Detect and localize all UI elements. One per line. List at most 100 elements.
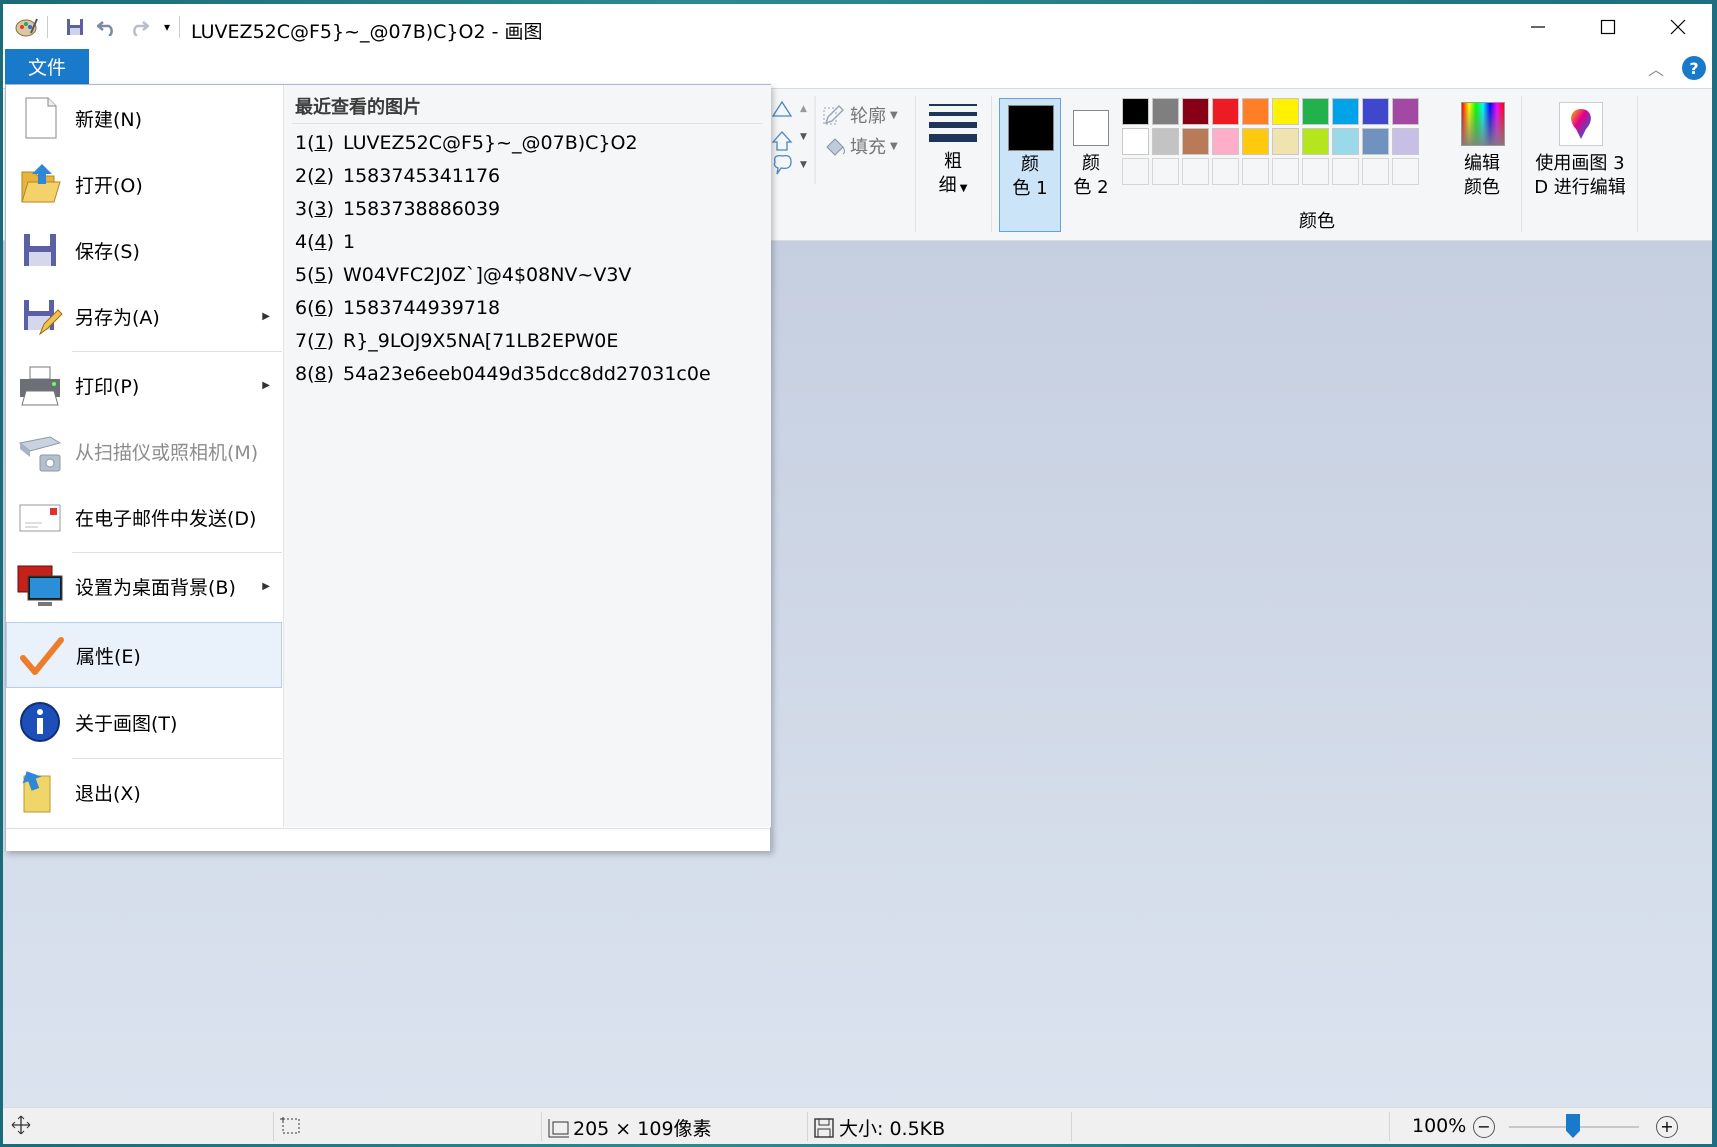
recent-item-number: 8(8) — [295, 363, 335, 385]
color1-swatch — [1008, 105, 1054, 151]
custom-color-slot[interactable] — [1242, 158, 1269, 185]
redo-icon[interactable] — [127, 15, 151, 39]
menu-item-from-scanner[interactable]: 从扫描仪或照相机(M) — [6, 418, 282, 484]
menu-item-print[interactable]: 打印(P) ▶ — [6, 352, 282, 418]
menu-item-save-label: 保存(S) — [75, 240, 140, 263]
palette-swatch[interactable] — [1122, 128, 1149, 155]
custom-color-slot[interactable] — [1122, 158, 1149, 185]
zoom-in-icon[interactable]: + — [1656, 1116, 1678, 1138]
zoom-out-icon[interactable]: − — [1473, 1116, 1495, 1138]
custom-color-slot[interactable] — [1212, 158, 1239, 185]
palette-swatch[interactable] — [1212, 98, 1239, 125]
palette-swatch[interactable] — [1362, 128, 1389, 155]
customize-quick-access-icon[interactable]: ▾ — [155, 15, 179, 39]
edit-with-paint3d-button[interactable]: 使用画图 3 D 进行编辑 — [1527, 98, 1633, 232]
palette-swatch[interactable] — [1332, 128, 1359, 155]
window-title: LUVEZ52C@F5}~_@07B)C}O2 - 画图 — [191, 21, 543, 43]
palette-swatch[interactable] — [1212, 128, 1239, 155]
recent-picture-item[interactable]: 4(4) 1 — [295, 231, 355, 261]
line-width-icon — [929, 104, 977, 142]
recent-item-access-key: 3 — [314, 198, 327, 220]
title-separator-2 — [179, 16, 180, 38]
menu-item-about[interactable]: 关于画图(T) — [6, 689, 282, 755]
desktop-background-icon — [17, 565, 63, 606]
palette-swatch[interactable] — [1152, 98, 1179, 125]
palette-swatch[interactable] — [1182, 128, 1209, 155]
status-bar: 205 × 109像素 大小: 0.5KB 100% − + — [3, 1107, 1712, 1144]
menu-item-set-desktop-background[interactable]: 设置为桌面背景(B) ▶ — [6, 553, 282, 619]
palette-swatch[interactable] — [1302, 128, 1329, 155]
menu-item-open[interactable]: 打开(O) — [6, 151, 282, 217]
menu-item-new[interactable]: 新建(N) — [6, 85, 282, 151]
close-button[interactable] — [1643, 4, 1712, 50]
fill-dropdown[interactable]: 填充 ▼ — [823, 133, 898, 159]
palette-swatch[interactable] — [1362, 98, 1389, 125]
recent-item-index: 6 — [295, 297, 308, 319]
menu-item-save[interactable]: 保存(S) — [6, 217, 282, 283]
palette-swatch[interactable] — [1272, 128, 1299, 155]
palette-swatch[interactable] — [1332, 98, 1359, 125]
outline-dropdown[interactable]: 轮廓 ▼ — [823, 102, 898, 128]
minimize-ribbon-chevron-icon[interactable]: ︿ — [1648, 56, 1664, 80]
palette-swatch[interactable] — [1302, 98, 1329, 125]
recent-picture-item[interactable]: 8(8) 54a23e6eeb0449d35dcc8dd27031c0e — [295, 363, 711, 393]
color1-label-2: 色 1 — [1012, 178, 1048, 199]
minimize-button[interactable] — [1503, 4, 1573, 50]
palette-swatch[interactable] — [1152, 128, 1179, 155]
paint-app-icon[interactable] — [15, 15, 39, 39]
recent-item-access-key: 5 — [314, 264, 327, 286]
custom-color-slot[interactable] — [1182, 158, 1209, 185]
outline-label: 轮廓 — [850, 106, 886, 127]
save-icon[interactable] — [63, 15, 87, 39]
recent-item-number: 7(7) — [295, 330, 335, 352]
custom-color-slot[interactable] — [1362, 158, 1389, 185]
menu-item-open-label: 打开(O) — [75, 174, 143, 197]
color2-button[interactable]: 颜 色 2 — [1061, 98, 1123, 232]
palette-swatch[interactable] — [1242, 98, 1269, 125]
undo-icon[interactable] — [95, 15, 119, 39]
size-arrow-icon: ▼ — [956, 183, 968, 194]
recent-item-access-key: 2 — [314, 165, 327, 187]
file-menu-footer — [6, 828, 770, 851]
recent-picture-item[interactable]: 1(1) LUVEZ52C@F5}~_@07B)C}O2 — [295, 132, 638, 162]
palette-swatch[interactable] — [1182, 98, 1209, 125]
recent-item-name: 1583745341176 — [343, 165, 501, 187]
zoom-slider-thumb[interactable] — [1566, 1114, 1580, 1138]
menu-item-send-email[interactable]: 在电子邮件中发送(D) — [6, 484, 282, 550]
custom-color-slot[interactable] — [1152, 158, 1179, 185]
help-icon[interactable]: ? — [1682, 56, 1706, 80]
maximize-button[interactable] — [1573, 4, 1643, 50]
size-button[interactable]: 粗 细 ▼ — [925, 100, 981, 230]
color1-button[interactable]: 颜 色 1 — [999, 98, 1061, 232]
title-bar: ▾ LUVEZ52C@F5}~_@07B)C}O2 - 画图 — [3, 4, 1712, 50]
file-tab[interactable]: 文件 — [5, 49, 89, 84]
shapes-gallery[interactable]: ▲ ▼ ▼ — [771, 96, 817, 191]
custom-color-slot[interactable] — [1302, 158, 1329, 185]
menu-item-save-as-label: 另存为(A) — [75, 306, 160, 329]
palette-swatch[interactable] — [1122, 98, 1149, 125]
palette-swatch[interactable] — [1242, 128, 1269, 155]
menu-item-send-email-label: 在电子邮件中发送(D) — [75, 507, 257, 530]
recent-picture-item[interactable]: 5(5) W04VFC2J0Z`]@4$08NV~V3V — [295, 264, 631, 294]
size-label-2: 细 ▼ — [925, 174, 981, 201]
recent-picture-item[interactable]: 3(3) 1583738886039 — [295, 198, 500, 228]
status-separator — [541, 1112, 542, 1141]
menu-item-properties[interactable]: 属性(E) — [6, 622, 282, 688]
custom-color-slot[interactable] — [1332, 158, 1359, 185]
recent-picture-item[interactable]: 7(7) R}_9LOJ9X5NA[71LB2EPW0E — [295, 330, 618, 360]
recent-item-index: 1 — [295, 132, 308, 154]
recent-picture-item[interactable]: 6(6) 1583744939718 — [295, 297, 500, 327]
recent-item-number: 1(1) — [295, 132, 335, 154]
menu-item-exit[interactable]: 退出(X) — [6, 759, 282, 825]
palette-swatch[interactable] — [1392, 128, 1419, 155]
menu-item-save-as[interactable]: 另存为(A) ▶ — [6, 283, 282, 349]
custom-color-slot[interactable] — [1272, 158, 1299, 185]
custom-color-slot[interactable] — [1392, 158, 1419, 185]
recent-item-access-key: 8 — [314, 363, 327, 385]
palette-swatch[interactable] — [1272, 98, 1299, 125]
recent-picture-item[interactable]: 2(2) 1583745341176 — [295, 165, 500, 195]
edit-colors-label-2: 颜色 — [1464, 177, 1500, 198]
palette-swatch[interactable] — [1392, 98, 1419, 125]
recent-item-name: R}_9LOJ9X5NA[71LB2EPW0E — [343, 330, 619, 352]
recent-item-name: 1 — [343, 231, 356, 253]
